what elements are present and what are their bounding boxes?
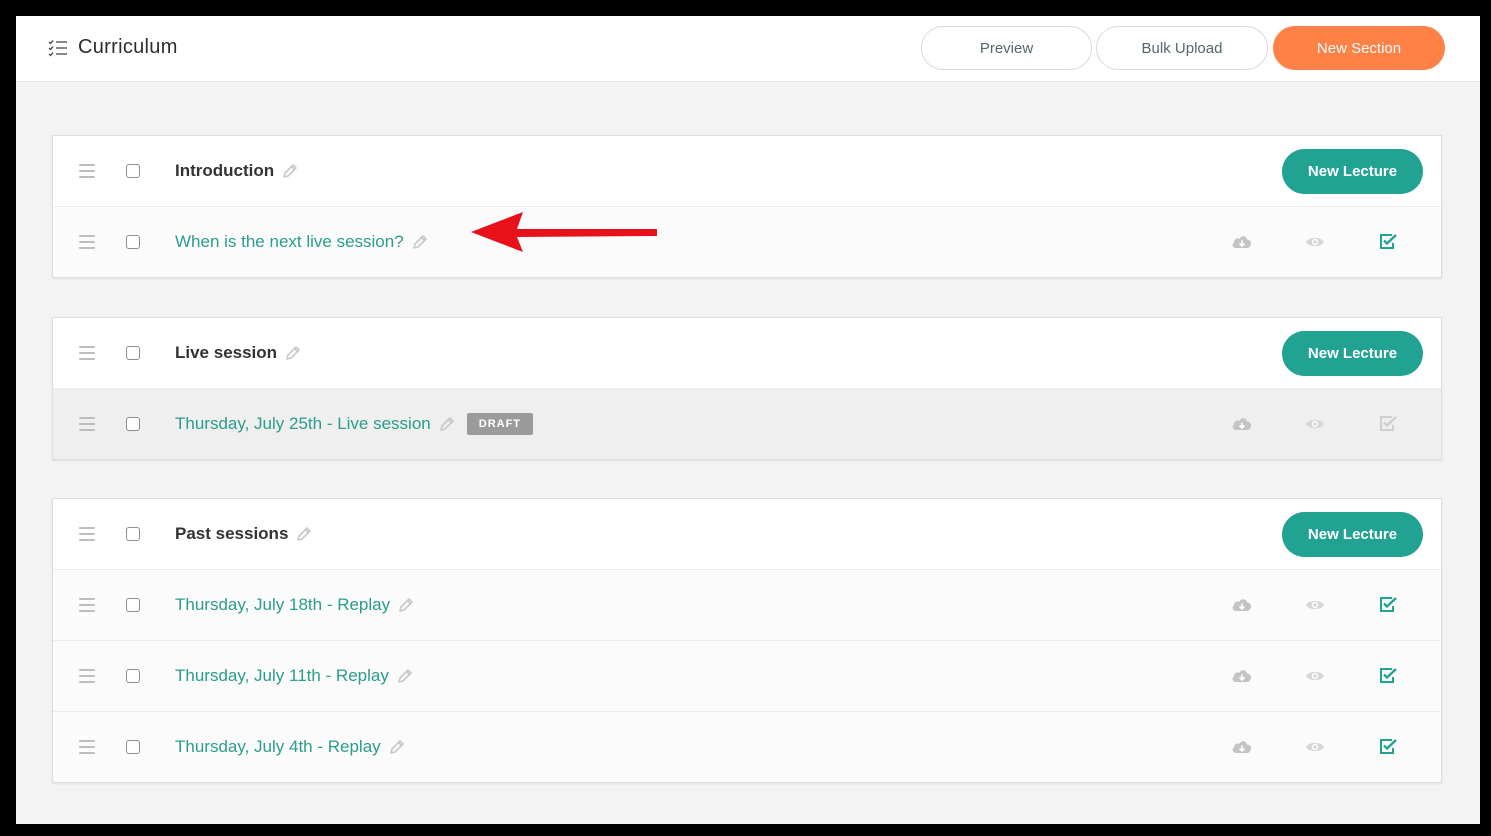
section-header: Live session New Lecture [53,318,1441,388]
drag-handle-icon[interactable] [79,346,95,360]
section-title-wrap: Live session [175,343,301,363]
lecture-row: When is the next live session? [53,206,1441,277]
curriculum-section: Past sessions New Lecture Thursday, July … [52,498,1442,783]
page-title: Curriculum [78,36,178,58]
check-square-icon[interactable] [1378,233,1398,251]
section-title: Introduction [175,161,275,180]
lecture-row: Thursday, July 11th - Replay [53,640,1441,711]
lecture-checkbox[interactable] [126,417,140,431]
curriculum-section: Introduction New Lecture When is the next… [52,135,1442,278]
check-square-icon[interactable] [1378,415,1398,433]
lecture-title-wrap: Thursday, July 25th - Live session DRAFT [175,413,534,435]
check-square-icon[interactable] [1378,738,1398,756]
drag-handle-icon[interactable] [79,669,95,683]
section-checkbox[interactable] [126,164,140,178]
section-header: Past sessions New Lecture [53,499,1441,569]
lecture-checkbox[interactable] [126,740,140,754]
lecture-row: Thursday, July 25th - Live session DRAFT [53,388,1441,459]
pencil-icon[interactable] [296,526,312,542]
lecture-row: Thursday, July 4th - Replay [53,711,1441,782]
new-lecture-button[interactable]: New Lecture [1282,149,1423,194]
drag-handle-icon[interactable] [79,235,95,249]
lecture-title-wrap: Thursday, July 4th - Replay [175,737,405,757]
lecture-title-wrap: When is the next live session? [175,232,428,252]
red-arrow-annotation [471,212,657,252]
check-square-icon[interactable] [1378,667,1398,685]
new-lecture-button[interactable]: New Lecture [1282,512,1423,557]
cloud-download-icon[interactable] [1231,233,1253,251]
pencil-icon[interactable] [389,739,405,755]
pencil-icon[interactable] [398,597,414,613]
lecture-checkbox[interactable] [126,669,140,683]
lecture-row: Thursday, July 18th - Replay [53,569,1441,640]
section-checkbox[interactable] [126,346,140,360]
bulk-upload-button[interactable]: Bulk Upload [1096,26,1268,70]
curriculum-section: Live session New Lecture Thursday, July 2… [52,317,1442,460]
drag-handle-icon[interactable] [79,740,95,754]
cloud-download-icon[interactable] [1231,596,1253,614]
drag-handle-icon[interactable] [79,527,95,541]
section-header: Introduction New Lecture [53,136,1441,206]
eye-icon[interactable] [1305,235,1325,249]
preview-button[interactable]: Preview [921,26,1092,70]
new-section-button[interactable]: New Section [1273,26,1445,70]
section-checkbox[interactable] [126,527,140,541]
eye-icon[interactable] [1305,417,1325,431]
page-heading: Curriculum [48,36,178,59]
draft-badge: DRAFT [466,413,534,435]
pencil-icon[interactable] [285,345,301,361]
drag-handle-icon[interactable] [79,164,95,178]
lecture-title-wrap: Thursday, July 11th - Replay [175,666,413,686]
top-bar: Curriculum Preview Bulk Upload New Secti… [16,16,1480,82]
lecture-title-link[interactable]: Thursday, July 4th - Replay [175,737,381,757]
checklist-icon [48,39,67,57]
drag-handle-icon[interactable] [79,598,95,612]
eye-icon[interactable] [1305,598,1325,612]
pencil-icon[interactable] [282,163,298,179]
eye-icon[interactable] [1305,740,1325,754]
pencil-icon[interactable] [397,668,413,684]
lecture-title-link[interactable]: Thursday, July 11th - Replay [175,666,389,686]
section-title-wrap: Past sessions [175,524,312,544]
cloud-download-icon[interactable] [1231,667,1253,685]
section-title-wrap: Introduction [175,161,298,181]
cloud-download-icon[interactable] [1231,738,1253,756]
pencil-icon[interactable] [412,234,428,250]
lecture-title-wrap: Thursday, July 18th - Replay [175,595,414,615]
lecture-title-link[interactable]: Thursday, July 18th - Replay [175,595,390,615]
drag-handle-icon[interactable] [79,417,95,431]
app-frame: Curriculum Preview Bulk Upload New Secti… [16,16,1480,824]
lecture-checkbox[interactable] [126,235,140,249]
section-title: Past sessions [175,524,289,543]
cloud-download-icon[interactable] [1231,415,1253,433]
lecture-title-link[interactable]: When is the next live session? [175,232,404,252]
section-title: Live session [175,343,278,362]
lecture-checkbox[interactable] [126,598,140,612]
lecture-title-link[interactable]: Thursday, July 25th - Live session [175,414,431,434]
check-square-icon[interactable] [1378,596,1398,614]
eye-icon[interactable] [1305,669,1325,683]
pencil-icon[interactable] [439,416,455,432]
new-lecture-button[interactable]: New Lecture [1282,331,1423,376]
